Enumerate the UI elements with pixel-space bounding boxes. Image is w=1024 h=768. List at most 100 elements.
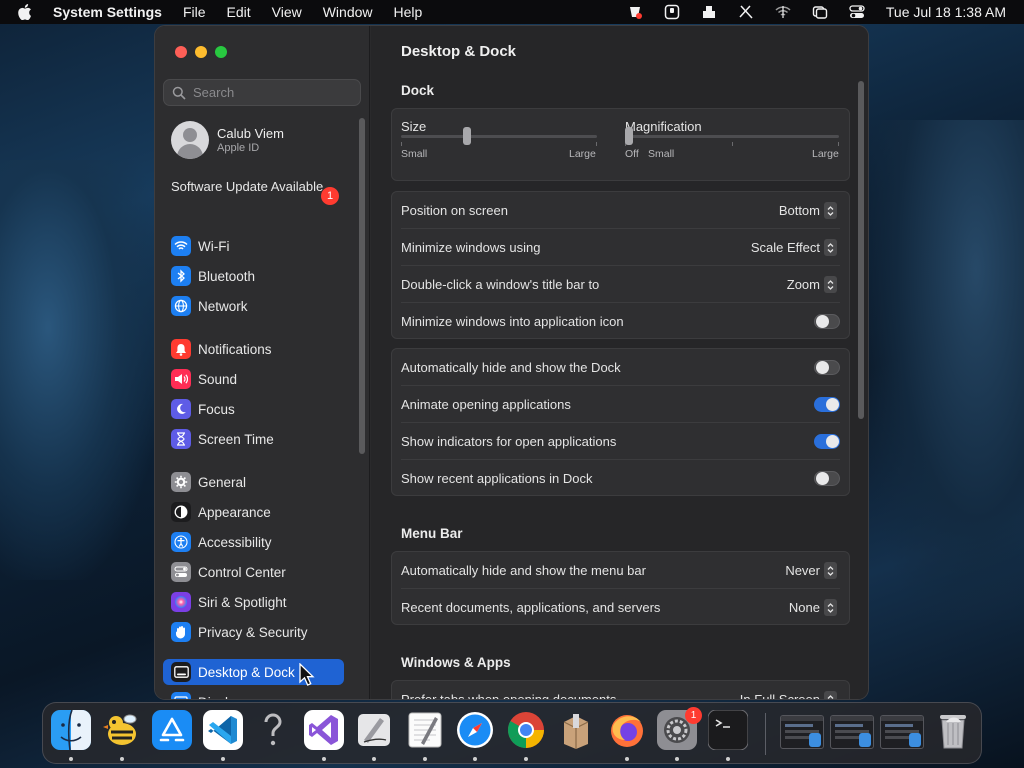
menu-clock[interactable]: Tue Jul 18 1:38 AM <box>886 4 1006 20</box>
minimized-window-2[interactable] <box>830 715 874 749</box>
toggle-switch[interactable] <box>814 397 840 412</box>
running-indicator <box>675 757 679 761</box>
popup-button[interactable]: Bottom <box>779 202 837 219</box>
vscode-icon[interactable] <box>203 710 243 750</box>
sidebar-scrollbar[interactable] <box>359 118 365 454</box>
control-center-status-icon[interactable] <box>849 4 865 20</box>
menu-view[interactable]: View <box>272 4 302 20</box>
sidebar-item-privacy-security[interactable]: Privacy & Security <box>163 619 345 645</box>
vpn-status-icon[interactable] <box>627 4 643 20</box>
sidebar-item-focus[interactable]: Focus <box>163 396 345 422</box>
chrome-icon[interactable] <box>506 710 546 750</box>
apple-id-item[interactable]: Calub Viem Apple ID <box>171 120 356 160</box>
page-title: Desktop & Dock <box>401 43 517 60</box>
safari-icon[interactable] <box>455 710 495 750</box>
textedit-icon[interactable] <box>405 710 445 750</box>
menu-help[interactable]: Help <box>394 4 423 20</box>
sidebar-item-siri-spotlight[interactable]: Siri & Spotlight <box>163 589 345 615</box>
close-window-button[interactable] <box>175 46 187 58</box>
screen-mirroring-icon[interactable] <box>812 4 828 20</box>
popup-button[interactable]: None <box>789 599 837 616</box>
popup-button[interactable]: Zoom <box>787 276 837 293</box>
search-input[interactable] <box>193 85 353 100</box>
app-store-icon[interactable] <box>152 710 192 750</box>
script-editor-icon[interactable] <box>354 710 394 750</box>
menu-app-name[interactable]: System Settings <box>53 4 162 20</box>
minimized-window-1[interactable] <box>780 715 824 749</box>
sidebar-item-network[interactable]: Network <box>163 293 345 319</box>
search-field[interactable] <box>163 79 361 106</box>
slider-track[interactable] <box>625 135 839 138</box>
menu-edit[interactable]: Edit <box>227 4 251 20</box>
toggle-switch[interactable] <box>814 360 840 375</box>
toggle-switch[interactable] <box>814 314 840 329</box>
sidebar-item-screen-time[interactable]: Screen Time <box>163 426 345 452</box>
minimized-window-3[interactable] <box>880 715 924 749</box>
sidebar-item-wi-fi[interactable]: Wi-Fi <box>163 233 345 259</box>
sidebar-item-sound[interactable]: Sound <box>163 366 345 392</box>
software-update-item[interactable]: Software Update Available <box>171 179 341 195</box>
sidebar-item-label: Control Center <box>198 564 286 580</box>
zoom-window-button[interactable] <box>215 46 227 58</box>
menu-file[interactable]: File <box>183 4 206 20</box>
dock-icon <box>171 662 191 682</box>
sidebar-item-bluetooth[interactable]: Bluetooth <box>163 263 345 289</box>
sidebar-item-general[interactable]: General <box>163 469 345 495</box>
apple-logo-icon[interactable] <box>18 4 36 20</box>
running-indicator <box>69 757 73 761</box>
trash-icon[interactable] <box>933 710 973 750</box>
avatar <box>171 121 209 159</box>
popup-button[interactable]: Scale Effect <box>751 239 837 256</box>
hourglass-icon <box>171 429 191 449</box>
setting-row-automatically-hide-and-show-the-dock: Automatically hide and show the Dock <box>392 349 849 386</box>
globe-icon <box>171 296 191 316</box>
setting-label: Prefer tabs when opening documents <box>401 692 617 700</box>
menu-window[interactable]: Window <box>323 4 373 20</box>
toggle-switch[interactable] <box>814 471 840 486</box>
search-icon <box>172 86 186 100</box>
appearance-icon <box>171 502 191 522</box>
sidebar-item-label: Screen Time <box>198 431 274 447</box>
screen-record-icon[interactable] <box>664 4 680 20</box>
minimize-window-button[interactable] <box>195 46 207 58</box>
content-scrollbar[interactable] <box>858 81 864 419</box>
section-menubar-heading: Menu Bar <box>401 526 463 541</box>
setting-row-show-indicators-for-open-applications: Show indicators for open applications <box>392 423 849 460</box>
setting-row-prefer-tabs-when-opening-documents: Prefer tabs when opening documents In Ful… <box>392 681 849 700</box>
slider-track[interactable] <box>401 135 597 138</box>
running-indicator <box>726 757 730 761</box>
accessibility-icon <box>171 532 191 552</box>
dock-badge: 1 <box>685 707 702 724</box>
finder-icon[interactable] <box>51 710 91 750</box>
airdrop-box-icon[interactable] <box>701 4 717 20</box>
tools-icon[interactable] <box>738 4 754 20</box>
sidebar-item-label: Displays <box>198 695 249 700</box>
gear-icon <box>171 472 191 492</box>
cyberduck-icon[interactable] <box>102 710 142 750</box>
bluetooth-icon <box>171 266 191 286</box>
update-badge: 1 <box>321 187 339 205</box>
popup-value: Zoom <box>786 277 820 292</box>
sidebar-item-desktop-dock[interactable]: Desktop & Dock <box>163 659 344 685</box>
toggle-switch[interactable] <box>814 434 840 449</box>
visual-studio-icon[interactable] <box>304 710 344 750</box>
sidebar-item-control-center[interactable]: Control Center <box>163 559 345 585</box>
wifi-status-icon[interactable] <box>775 4 791 20</box>
sidebar-item-displays[interactable]: Displays <box>163 689 345 700</box>
sidebar-item-notifications[interactable]: Notifications <box>163 336 345 362</box>
slider-thumb[interactable] <box>625 127 633 145</box>
sidebar-item-accessibility[interactable]: Accessibility <box>163 529 345 555</box>
popup-button[interactable]: Never <box>785 562 837 579</box>
terminal-icon[interactable] <box>708 710 748 750</box>
firefox-icon[interactable] <box>607 710 647 750</box>
slider-thumb[interactable] <box>463 127 471 145</box>
section-windows-heading: Windows & Apps <box>401 655 511 670</box>
archive-utility-icon[interactable] <box>556 710 596 750</box>
size-slider[interactable] <box>401 109 597 159</box>
hand-icon <box>171 622 191 642</box>
sidebar-item-appearance[interactable]: Appearance <box>163 499 345 525</box>
chevron-updown-icon <box>824 691 837 699</box>
help-icon[interactable] <box>253 710 293 750</box>
popup-button[interactable]: In Full Screen <box>740 691 837 699</box>
magnification-min-label: Small <box>648 148 675 160</box>
